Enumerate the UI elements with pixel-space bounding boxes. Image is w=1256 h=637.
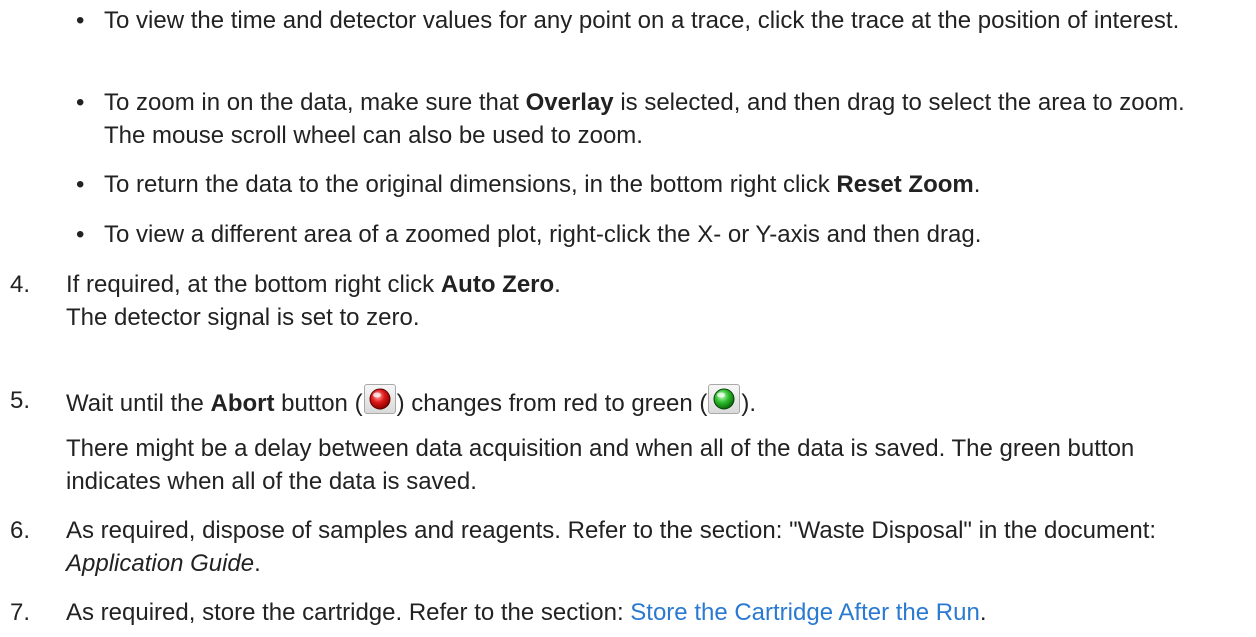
bullet-dot: • <box>76 89 85 116</box>
reset-zoom-term: Reset Zoom <box>836 171 974 198</box>
text-segment: As required, store the cartridge. Refer … <box>66 599 631 626</box>
text-segment: ) changes from red to green ( <box>396 390 708 417</box>
text-segment: As required, dispose of samples and reag… <box>66 517 1157 544</box>
bullet-dot: • <box>76 171 85 198</box>
step-note: There might be a delay between data acqu… <box>66 435 1135 495</box>
step-text: As required, dispose of samples and reag… <box>66 514 1216 580</box>
text-segment: To zoom in on the data, make sure that <box>104 89 526 116</box>
step-text: As required, store the cartridge. Refer … <box>66 596 1216 629</box>
step-number: 6. <box>10 517 31 544</box>
store-cartridge-link[interactable]: Store the Cartridge After the Run <box>630 599 980 626</box>
text-segment: ). <box>741 390 757 417</box>
bullet-dot: • <box>76 221 85 248</box>
bullet-text: To view the time and detector values for… <box>104 7 1180 34</box>
text-segment: . <box>973 171 981 198</box>
bullet-dot: • <box>76 7 85 34</box>
text-segment: . <box>254 550 261 577</box>
bullet-text: To view a different area of a zoomed plo… <box>104 221 982 248</box>
step-number: 4. <box>10 271 31 298</box>
bullet-text: To zoom in on the data, make sure that O… <box>104 86 1196 152</box>
bullet-text: To return the data to the original dimen… <box>104 168 1196 201</box>
green-button-icon <box>708 384 741 414</box>
step-text: If required, at the bottom right click A… <box>66 268 1216 334</box>
step-result: The detector signal is set to zero. <box>66 304 420 331</box>
step-text: Wait until the Abort button ( ) changes f… <box>66 384 1216 420</box>
step-number: 7. <box>10 599 31 626</box>
abort-term: Abort <box>210 390 275 417</box>
text-segment: If required, at the bottom right click <box>66 271 441 298</box>
red-abort-button-icon <box>363 384 396 414</box>
auto-zero-term: Auto Zero <box>440 271 555 298</box>
text-segment: Wait until the <box>66 390 211 417</box>
application-guide-title: Application Guide <box>66 550 255 577</box>
overlay-term: Overlay <box>525 89 614 116</box>
text-segment: To return the data to the original dimen… <box>104 171 837 198</box>
text-segment: button ( <box>274 390 363 417</box>
step-number: 5. <box>10 387 31 414</box>
text-segment: . <box>554 271 561 298</box>
text-segment: . <box>979 599 987 626</box>
